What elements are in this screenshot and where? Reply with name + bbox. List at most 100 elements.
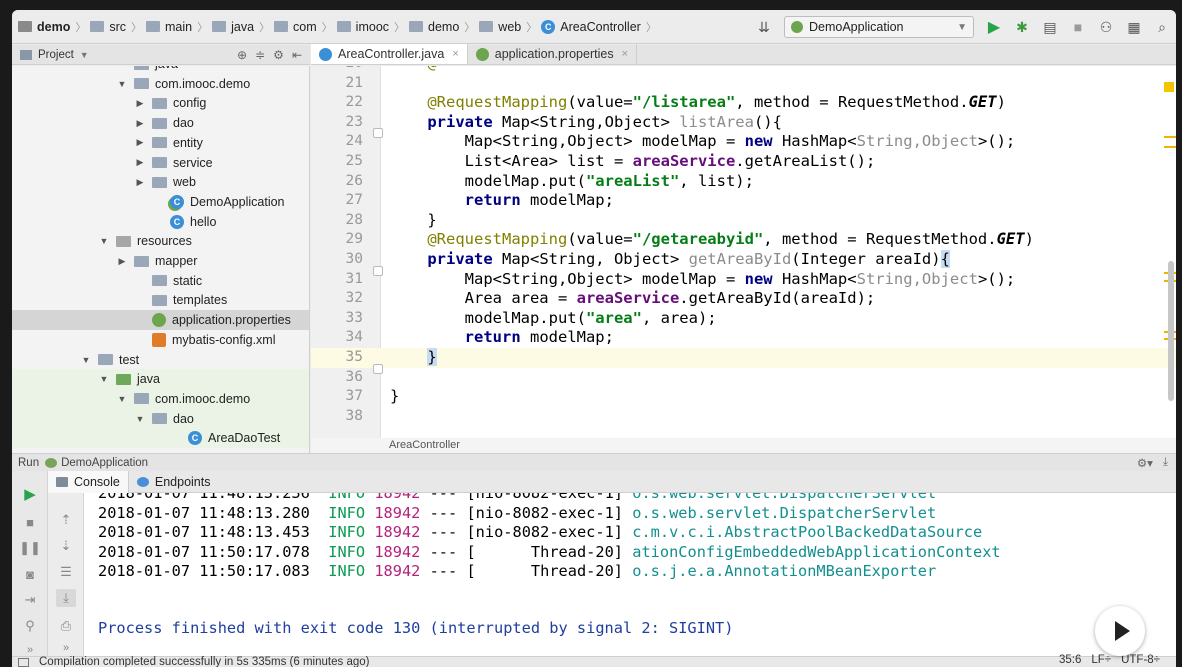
up-icon[interactable]: ⇡	[56, 511, 76, 529]
fold-icon[interactable]	[373, 266, 383, 276]
chevron-down-icon[interactable]: ▼	[134, 414, 146, 424]
gear-icon[interactable]: ⚙	[273, 48, 284, 62]
chevron-down-icon[interactable]: ▼	[98, 374, 110, 384]
run-configuration-select[interactable]: DemoApplication ▼	[784, 16, 974, 38]
line-separator[interactable]: LF÷	[1091, 654, 1111, 666]
run-tab-console[interactable]: Console	[48, 470, 129, 493]
tree-item[interactable]: ▶ web	[12, 172, 309, 192]
breadcrumb-item[interactable]: imooc 〉	[336, 19, 405, 35]
project-panel-title[interactable]: Project	[38, 49, 74, 61]
tree-item[interactable]: Chello	[12, 212, 309, 232]
more-icon[interactable]: »	[56, 639, 76, 657]
tree-item[interactable]: ▶ config	[12, 93, 309, 113]
pause-icon[interactable]: ❚❚	[19, 539, 41, 557]
chevron-down-icon[interactable]: ▼	[116, 79, 128, 89]
gear-icon[interactable]: ⚙▾	[1137, 456, 1153, 470]
chevron-right-icon[interactable]: ▶	[134, 118, 146, 129]
tree-item[interactable]: templates	[12, 290, 309, 310]
breadcrumb-item[interactable]: web 〉	[479, 19, 537, 35]
line-number: 34	[345, 329, 363, 346]
hide-panel-icon[interactable]: ⇤	[292, 48, 302, 62]
search-icon[interactable]: ⌕	[1151, 16, 1173, 38]
chevron-right-icon[interactable]: ▶	[134, 98, 146, 109]
chevron-right-icon[interactable]: ▶	[134, 177, 146, 188]
chevron-down-icon[interactable]: ▼	[80, 355, 92, 365]
stop-icon[interactable]: ■	[1067, 16, 1089, 38]
tree-item[interactable]: mybatis-config.xml	[12, 330, 309, 350]
breadcrumb-item[interactable]: java 〉	[212, 19, 270, 35]
soft-wrap-icon[interactable]: ☰	[56, 563, 76, 581]
tool-window-icon[interactable]	[18, 657, 29, 667]
rerun-icon[interactable]: ▶	[20, 485, 40, 503]
print-icon[interactable]: ⎙	[56, 617, 76, 635]
fold-icon[interactable]	[373, 364, 383, 374]
project-structure-icon[interactable]: ▦	[1123, 16, 1145, 38]
breadcrumb-item[interactable]: com 〉	[274, 19, 333, 35]
tree-item[interactable]: ▼ com.imooc.demo	[12, 388, 309, 409]
tree-item[interactable]: C DemoApplication	[12, 192, 309, 212]
tree-item-label: web	[173, 175, 196, 190]
chevron-down-icon[interactable]: ▼	[98, 236, 110, 246]
tree-item[interactable]: ▶ service	[12, 153, 309, 173]
camera-icon[interactable]: ◙	[20, 565, 40, 583]
console-output[interactable]: 2018-01-07 11:48:13.236 INFO 18942 --- […	[84, 493, 1176, 656]
folder-icon	[152, 117, 167, 129]
file-encoding[interactable]: UTF-8÷	[1121, 654, 1160, 666]
breadcrumb-item[interactable]: demo 〉	[18, 19, 86, 35]
process-finished-message: Process finished with exit code 130 (int…	[98, 619, 734, 637]
code-editor[interactable]: 38 37} 36 35 } 34 return modelMap; 33 modelMa…	[311, 66, 1176, 438]
folder-icon	[152, 157, 167, 168]
target-icon[interactable]: ⊕	[237, 48, 247, 62]
tree-item[interactable]: ▶ dao	[12, 113, 309, 133]
down-icon[interactable]: ⇣	[56, 537, 76, 555]
tree-item[interactable]: ▶ entity	[12, 133, 309, 153]
editor-tab[interactable]: AreaController.java ×	[311, 44, 468, 64]
vcs-icon[interactable]: ⚇	[1095, 16, 1117, 38]
breadcrumb-item[interactable]: C AreaController 〉	[541, 19, 657, 35]
log-level: INFO	[328, 542, 366, 561]
tree-item[interactable]: ▶ mapper	[12, 251, 309, 271]
pin-icon[interactable]: ⚲	[20, 617, 40, 635]
tree-item[interactable]: ▼ dao	[12, 408, 309, 429]
tree-item[interactable]: ▼ resources	[12, 231, 309, 251]
cursor-position[interactable]: 35:6	[1059, 654, 1081, 666]
chevron-down-icon[interactable]: ▼	[80, 50, 89, 60]
fold-icon[interactable]	[373, 128, 383, 138]
log-pid: 18942	[374, 503, 421, 522]
collapse-all-icon[interactable]: ≑	[255, 48, 265, 62]
line-number: 33	[345, 309, 363, 326]
run-tab-endpoints[interactable]: Endpoints	[129, 471, 219, 493]
close-icon[interactable]: ×	[622, 48, 628, 60]
editor-breadcrumb[interactable]: AreaController	[311, 438, 1176, 453]
tree-item[interactable]: application.properties	[12, 310, 309, 331]
breadcrumb-item[interactable]: src 〉	[90, 19, 142, 35]
tree-item[interactable]: C AreaDaoTest	[12, 428, 309, 449]
tree-item[interactable]: ▼ java	[12, 369, 309, 390]
coverage-icon[interactable]: ▤	[1039, 16, 1061, 38]
status-bar: Compilation completed successfully in 5s…	[12, 654, 1176, 667]
build-icon[interactable]: ⇊	[753, 16, 775, 38]
run-icon[interactable]: ▶	[983, 16, 1005, 38]
video-play-button[interactable]	[1095, 606, 1145, 656]
stop-icon[interactable]: ■	[20, 513, 40, 531]
tab-label: AreaController.java	[338, 47, 445, 61]
spring-boot-icon	[791, 21, 803, 33]
chevron-right-icon[interactable]: ▶	[116, 256, 128, 267]
chevron-right-icon[interactable]: ▶	[134, 137, 146, 148]
editor-tab[interactable]: application.properties ×	[468, 44, 638, 64]
chevron-down-icon[interactable]: ▼	[116, 394, 128, 404]
breadcrumb-item[interactable]: demo 〉	[409, 19, 475, 35]
breadcrumb-item[interactable]: main 〉	[146, 19, 208, 35]
debug-icon[interactable]: ✱	[1011, 16, 1033, 38]
tree-item[interactable]: ▼ com.imooc.demo	[12, 74, 309, 94]
hide-panel-icon[interactable]: ⤓	[1163, 456, 1168, 470]
tree-item[interactable]: static	[12, 271, 309, 291]
chevron-right-icon[interactable]: ▶	[134, 157, 146, 168]
editor-scrollbar[interactable]	[1168, 261, 1174, 401]
scroll-to-end-icon[interactable]: ⤓	[56, 589, 76, 607]
tree-item[interactable]: ▼ test	[12, 350, 309, 370]
close-icon[interactable]: ×	[452, 48, 458, 60]
code-line: 33 modelMap.put("area", area);	[311, 309, 1176, 329]
tree-item-label: entity	[173, 135, 203, 150]
exit-icon[interactable]: ⇥	[20, 591, 40, 609]
